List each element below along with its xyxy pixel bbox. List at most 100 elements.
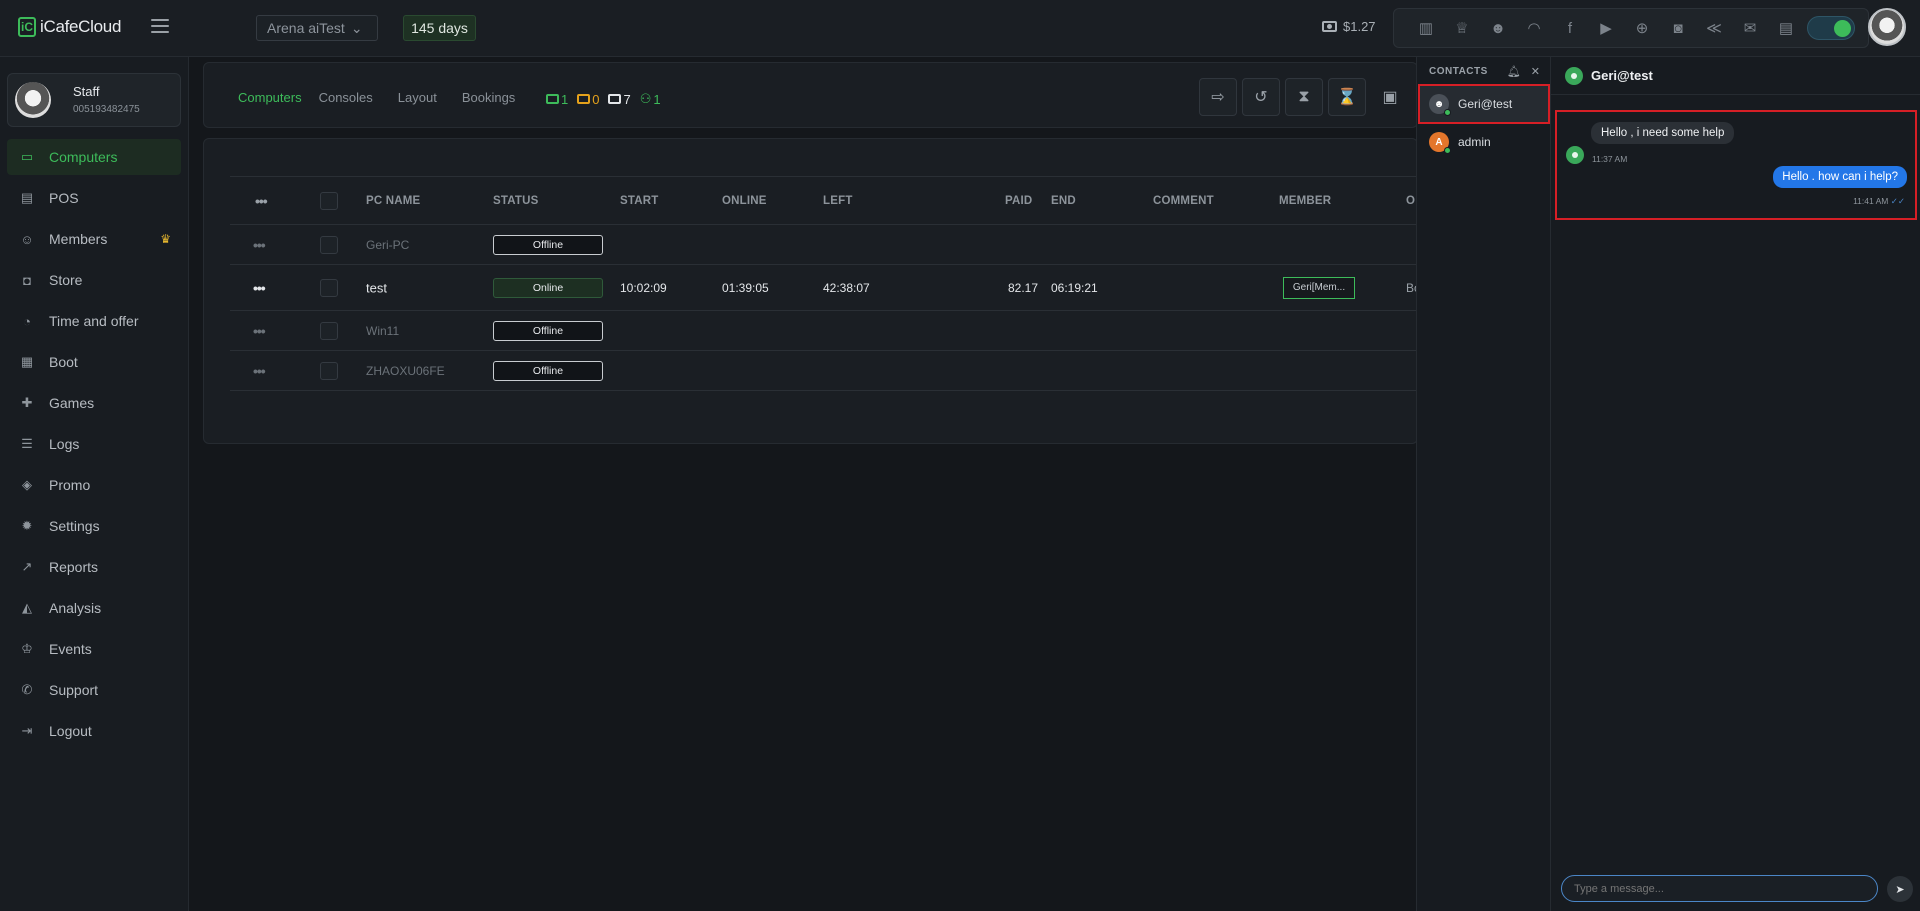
paid-amount: 82.17 (1008, 280, 1039, 295)
close-icon[interactable]: ✕ (1531, 65, 1540, 78)
mail-icon[interactable]: ✉ (1732, 16, 1768, 40)
computers-table: ••• PC NAME STATUS START ONLINE LEFT PAI… (230, 176, 1417, 391)
col-online[interactable]: ONLINE (722, 195, 767, 207)
icafe-icon[interactable]: ◙ (1660, 16, 1696, 40)
col-overflow[interactable]: O (1406, 195, 1415, 207)
monitor-icon (608, 94, 622, 104)
sidebar-item-members[interactable]: ☺ Members ♛ (7, 221, 181, 257)
table-row[interactable]: ••• Geri-PC Offline (230, 225, 1417, 265)
bell-icon[interactable]: 🔔︎ (1507, 65, 1521, 78)
online-time: 01:39:05 (722, 280, 769, 295)
facebook-icon[interactable]: f (1552, 16, 1588, 40)
users-icon[interactable]: ☻ (1480, 16, 1516, 40)
col-paid[interactable]: PAID (1005, 195, 1032, 207)
contact-item[interactable]: A admin (1419, 123, 1549, 161)
sidebar-item-boot[interactable]: ▦ Boot (7, 344, 181, 380)
message-input[interactable] (1561, 875, 1878, 902)
total-count-value: 7 (623, 91, 631, 107)
more-icon[interactable]: ••• (255, 193, 268, 209)
phone-icon: ✆ (21, 682, 33, 697)
hourglass-outline-icon[interactable]: ⌛ (1328, 78, 1366, 116)
sidebar-item-label: Settings (49, 518, 100, 534)
sidebar-item-promo[interactable]: ◈ Promo (7, 467, 181, 503)
col-end[interactable]: END (1051, 195, 1076, 207)
sidebar-item-settings[interactable]: ✹ Settings (7, 508, 181, 544)
tab-layout[interactable]: Layout (398, 90, 437, 105)
tab-bar: Computers Consoles Layout Bookings (238, 90, 532, 105)
cash-icon (1322, 21, 1337, 32)
handshake-icon[interactable]: ≪ (1696, 16, 1732, 40)
send-icon[interactable]: ➤ (1887, 876, 1913, 902)
col-start[interactable]: START (620, 195, 658, 207)
action-buttons: ⇨ ↺ ⧗ ⌛ ▣ (1199, 78, 1409, 116)
warning-count[interactable]: 0 (577, 91, 599, 107)
sidebar-item-events[interactable]: ♔ Events (7, 631, 181, 667)
row-more-icon[interactable]: ••• (253, 237, 266, 253)
table-row[interactable]: ••• Win11 Offline (230, 311, 1417, 351)
col-pc-name[interactable]: PC NAME (366, 195, 420, 207)
row-checkbox[interactable] (320, 278, 338, 297)
staff-card[interactable]: Staff 005193482475 (7, 73, 181, 127)
sidebar-item-label: Logout (49, 723, 92, 739)
bar-chart-icon[interactable]: ▥ (1408, 16, 1444, 40)
tab-consoles[interactable]: Consoles (319, 90, 373, 105)
member-count-value: 1 (653, 91, 661, 107)
history-icon[interactable]: ↺ (1242, 78, 1280, 116)
contact-item[interactable]: ☻ Geri@test (1418, 84, 1550, 124)
select-all-checkbox[interactable] (320, 191, 338, 210)
member-tag[interactable]: Geri[Mem... (1283, 276, 1355, 299)
row-checkbox[interactable] (320, 361, 338, 380)
status-toggle[interactable] (1807, 16, 1855, 40)
members-icon: ☺ (20, 231, 34, 247)
col-status[interactable]: STATUS (493, 195, 539, 207)
logo[interactable]: iC iCafeCloud (18, 17, 121, 37)
sidebar-item-analysis[interactable]: ◭ Analysis (7, 590, 181, 626)
hamburger-menu-icon[interactable] (151, 19, 169, 33)
sidebar-item-support[interactable]: ✆ Support (7, 672, 181, 708)
lock-icon[interactable]: ▣ (1371, 78, 1409, 116)
row-more-icon[interactable]: ••• (253, 363, 266, 379)
col-left[interactable]: LEFT (823, 195, 853, 207)
sidebar-item-time-and-offer[interactable]: ◔ Time and offer (7, 303, 181, 339)
youtube-icon[interactable]: ▶ (1588, 16, 1624, 40)
logo-text: iCafeCloud (40, 17, 122, 36)
col-member[interactable]: MEMBER (1279, 195, 1331, 207)
avatar[interactable] (1868, 8, 1906, 46)
table-row[interactable]: ••• ZHAOXU06FE Offline (230, 351, 1417, 391)
globe-icon[interactable]: ⊕ (1624, 16, 1660, 40)
status-badge: Online (493, 277, 603, 298)
sidebar-item-logout[interactable]: ⇥ Logout (7, 713, 181, 749)
hourglass-icon[interactable]: ⧗ (1285, 78, 1323, 116)
person-icon: ⚇ (639, 91, 652, 106)
table-header-row: ••• PC NAME STATUS START ONLINE LEFT PAI… (230, 176, 1417, 225)
total-count[interactable]: 7 (608, 91, 631, 107)
member-count[interactable]: ⚇ 1 (640, 91, 661, 107)
online-count[interactable]: 1 (546, 91, 568, 107)
sidebar-item-label: Boot (49, 354, 78, 370)
sidebar-item-pos[interactable]: ▤ POS (7, 180, 181, 216)
rss-icon[interactable]: ◠ (1516, 16, 1552, 40)
branch-select[interactable]: Arena aiTest ⌄ (256, 15, 378, 41)
sidebar-item-label: POS (49, 190, 79, 206)
logout-icon[interactable]: ⇨ (1199, 78, 1237, 116)
trophy-icon[interactable]: ♕ (1444, 16, 1480, 40)
message-outgoing: Hello . how can i help? (1773, 166, 1907, 188)
sidebar-item-computers[interactable]: ▭ Computers (7, 139, 181, 175)
row-more-icon[interactable]: ••• (253, 323, 266, 339)
sidebar-item-logs[interactable]: ☰ Logs (7, 426, 181, 462)
sidebar-item-reports[interactable]: ↗ Reports (7, 549, 181, 585)
table-row[interactable]: ••• test Online 10:02:09 01:39:05 42:38:… (230, 265, 1417, 311)
row-checkbox[interactable] (320, 235, 338, 254)
chat-icon[interactable]: ▤ (1768, 16, 1804, 40)
tab-bookings[interactable]: Bookings (462, 90, 515, 105)
message-time: 11:37 AM (1592, 154, 1628, 164)
sidebar-item-games[interactable]: ✚ Games (7, 385, 181, 421)
logo-mark-icon: iC (18, 17, 36, 37)
row-more-icon[interactable]: ••• (253, 280, 266, 296)
row-checkbox[interactable] (320, 321, 338, 340)
list-icon: ☰ (21, 436, 33, 451)
col-comment[interactable]: COMMENT (1153, 195, 1214, 207)
sidebar-item-label: Time and offer (49, 313, 139, 329)
tab-computers[interactable]: Computers (238, 90, 302, 105)
sidebar-item-store[interactable]: ◘ Store (7, 262, 181, 298)
